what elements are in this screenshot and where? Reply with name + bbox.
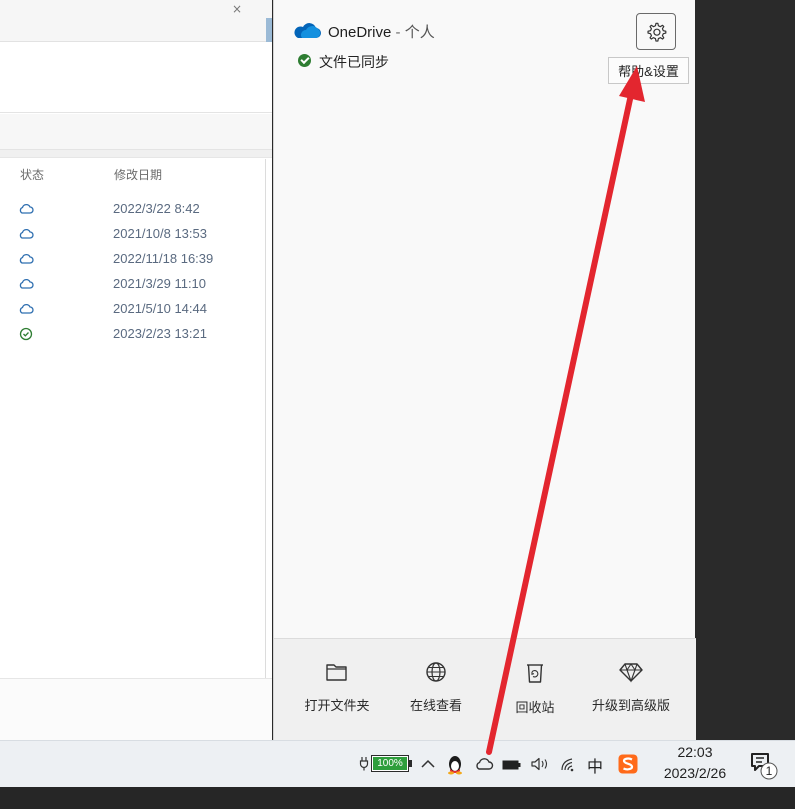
title-scroll-thumb[interactable] — [266, 18, 272, 42]
qq-penguin-icon[interactable] — [447, 753, 463, 775]
battery-tray-icon[interactable] — [502, 759, 522, 771]
sync-status-text: 文件已同步 — [319, 54, 389, 70]
recycle-bin-button[interactable]: 回收站 — [490, 661, 580, 721]
view-online-button[interactable]: 在线查看 — [391, 661, 481, 721]
onedrive-cloud-icon — [294, 23, 321, 38]
notification-count: 1 — [765, 764, 773, 778]
upgrade-label: 升级到高级版 — [591, 698, 670, 713]
folder-icon — [326, 664, 347, 681]
cloud-icon — [19, 303, 34, 314]
view-online-label: 在线查看 — [409, 698, 462, 713]
input-method-indicator[interactable]: 中 — [584, 741, 606, 788]
onedrive-header-title: OneDrive - 个人 — [328, 21, 435, 42]
modified-date: 2022/11/18 16:39 — [113, 251, 214, 266]
table-row[interactable]: 2023/2/23 13:21 — [0, 323, 266, 348]
show-hidden-icons-chevron-up-icon[interactable] — [420, 757, 436, 771]
explorer-title-bar: × — [0, 0, 272, 42]
modified-date: 2022/3/22 8:42 — [113, 201, 200, 216]
table-row[interactable]: 2021/10/8 13:53 — [0, 223, 266, 248]
diamond-icon — [619, 663, 643, 683]
charging-plug-icon — [359, 757, 369, 771]
taskbar-clock[interactable]: 22:03 2023/2/26 — [651, 742, 739, 784]
wifi-icon[interactable] — [559, 755, 577, 773]
volume-icon[interactable] — [530, 756, 550, 772]
action-center-button[interactable]: 1 — [748, 749, 782, 781]
cloud-icon — [19, 278, 34, 289]
column-header-modified-date[interactable]: 修改日期 — [114, 166, 162, 183]
cloud-icon — [19, 203, 34, 214]
check-circle-icon — [19, 327, 33, 341]
globe-icon — [426, 662, 446, 682]
battery-indicator[interactable]: 100% — [357, 753, 413, 774]
clock-time: 22:03 — [677, 744, 713, 760]
cloud-icon — [19, 228, 34, 239]
table-row[interactable]: 2022/11/18 16:39 — [0, 248, 266, 273]
bottom-dark-strip — [0, 787, 795, 809]
account-type: 个人 — [404, 24, 435, 41]
battery-percent: 100% — [373, 757, 407, 770]
explorer-header-divider — [0, 150, 272, 158]
onedrive-flyout: OneDrive - 个人 文件已同步 帮助&设置 打开文件夹 在线查看 回收站… — [273, 0, 696, 740]
table-row[interactable]: 2021/5/10 14:44 — [0, 298, 266, 323]
modified-date: 2023/2/23 13:21 — [113, 326, 207, 341]
close-icon[interactable]: × — [232, 2, 242, 16]
upgrade-premium-button[interactable]: 升级到高级版 — [586, 661, 676, 721]
onedrive-app-name: OneDrive — [328, 24, 392, 41]
onedrive-tray-icon[interactable] — [474, 756, 494, 772]
table-row[interactable]: 2022/3/22 8:42 — [0, 198, 266, 223]
cloud-icon — [19, 253, 34, 264]
modified-date: 2021/10/8 13:53 — [113, 226, 207, 241]
recycle-bin-icon — [527, 664, 543, 683]
gear-icon — [647, 22, 667, 42]
explorer-status-area — [0, 678, 272, 740]
explorer-address-bar[interactable] — [0, 114, 272, 150]
help-settings-button[interactable] — [636, 13, 676, 50]
open-folder-label: 打开文件夹 — [304, 698, 370, 713]
open-folder-button[interactable]: 打开文件夹 — [292, 661, 382, 721]
settings-tooltip: 帮助&设置 — [608, 57, 689, 84]
recycle-bin-label: 回收站 — [515, 700, 555, 715]
sync-ok-icon — [298, 54, 311, 67]
title-separator: - — [391, 24, 405, 41]
onedrive-footer: 打开文件夹 在线查看 回收站 升级到高级版 — [274, 638, 696, 740]
explorer-ribbon — [0, 43, 272, 113]
table-row[interactable]: 2021/3/29 11:10 — [0, 273, 266, 298]
battery-cell: 100% — [371, 755, 409, 772]
column-header-status[interactable]: 状态 — [20, 166, 44, 183]
clock-date: 2023/2/26 — [663, 765, 727, 781]
battery-nub — [409, 760, 412, 767]
modified-date: 2021/5/10 14:44 — [113, 301, 207, 316]
sogou-input-icon[interactable] — [617, 753, 639, 775]
modified-date: 2021/3/29 11:10 — [113, 276, 207, 291]
file-explorer-window: × 状态 修改日期 2022/3/22 8:42 2021/10/8 13:53… — [0, 0, 272, 740]
